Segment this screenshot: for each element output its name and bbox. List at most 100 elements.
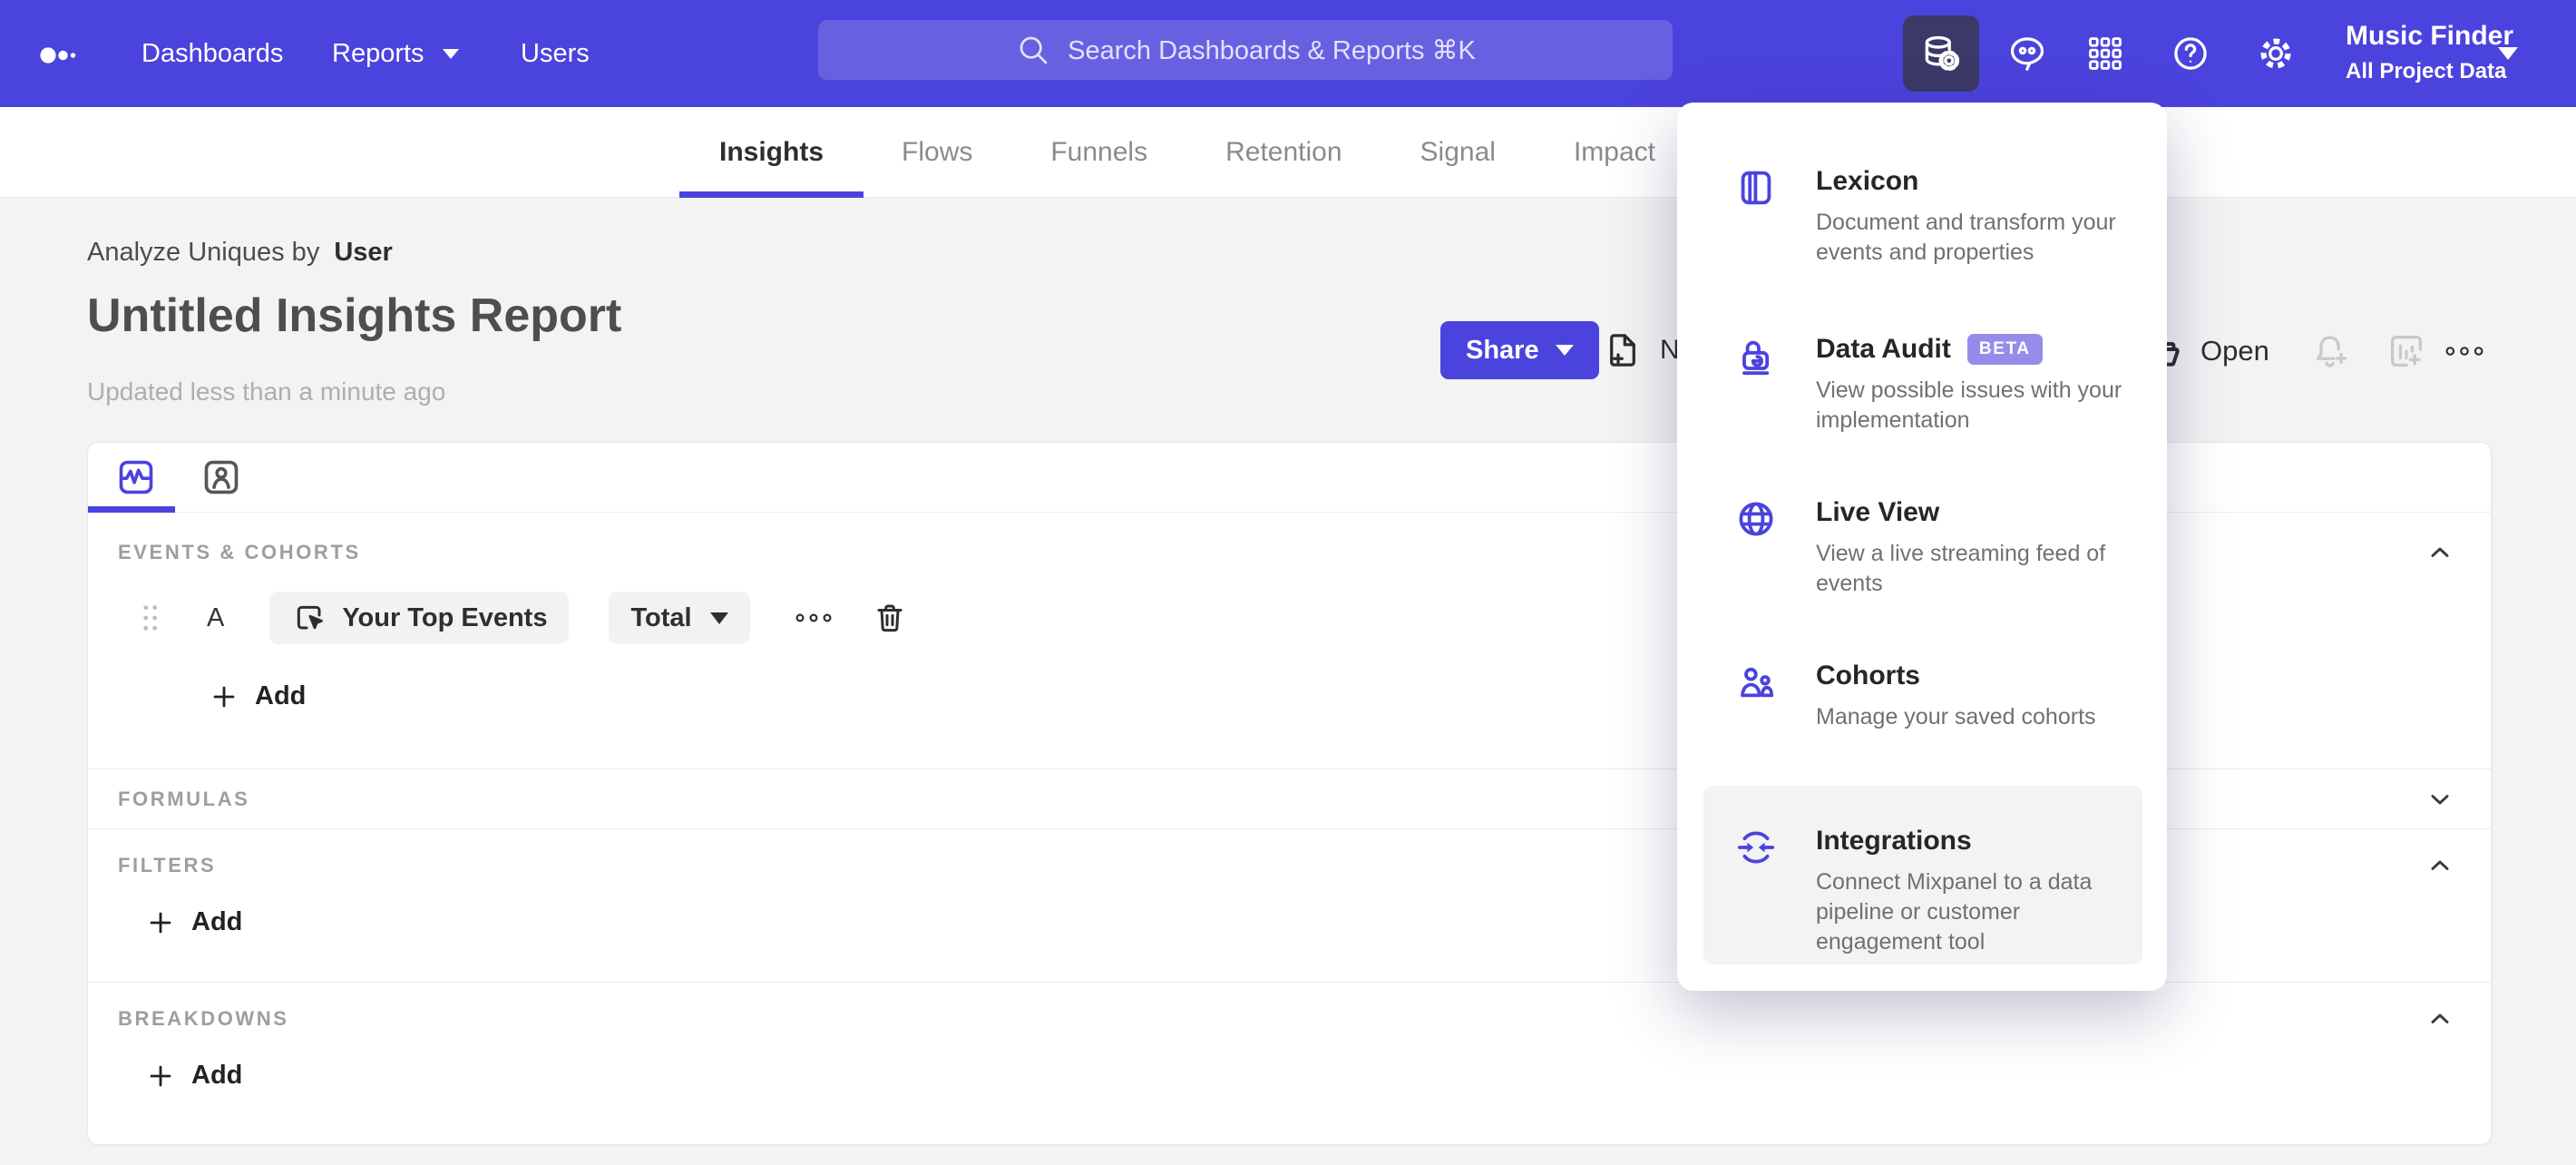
breakdowns-section-label: BREAKDOWNS (118, 1007, 289, 1030)
tab-flows[interactable]: Flows (902, 107, 972, 198)
feedback-bubble-icon (2010, 37, 2044, 71)
data-management-menu: Lexicon Document and transform your even… (1677, 103, 2167, 991)
share-button[interactable]: Share (1440, 321, 1599, 379)
event-options-button[interactable] (794, 604, 834, 631)
chevron-down-icon (2431, 794, 2449, 804)
event-name: Your Top Events (342, 602, 548, 632)
menu-item-text: Integrations Connect Mixpanel to a data … (1816, 826, 2133, 957)
add-breakdown-button[interactable]: Add (146, 1061, 242, 1091)
beta-badge: BETA (1966, 334, 2043, 365)
integrations-sync-icon (1734, 826, 1778, 869)
search-placeholder: Search Dashboards & Reports ⌘K (1068, 35, 1476, 65)
ellipsis-icon (795, 613, 832, 622)
tab-funnels[interactable]: Funnels (1050, 107, 1147, 198)
tab-insights[interactable]: Insights (679, 107, 864, 198)
filters-section-label: FILTERS (118, 854, 217, 876)
tab-label: Funnels (1050, 137, 1148, 167)
menu-item-title: Live View (1816, 497, 1940, 527)
menu-item-title-text: Data Audit (1816, 334, 1951, 364)
data-management-button[interactable] (1903, 15, 1979, 92)
project-name: Music Finder (2346, 21, 2514, 51)
tab-events-builder[interactable] (115, 456, 157, 498)
analyze-prefix: Analyze Uniques by (87, 238, 320, 267)
formulas-section-label: FORMULAS (118, 787, 250, 810)
mixpanel-logo-icon[interactable] (40, 42, 80, 69)
menu-item-title: Lexicon (1816, 166, 1919, 196)
more-actions-button[interactable] (2444, 330, 2485, 372)
active-builder-tab-underline (88, 506, 175, 513)
user-card-icon (204, 460, 239, 494)
project-selector[interactable]: Music Finder All Project Data (2346, 21, 2513, 84)
ellipsis-icon (2445, 347, 2483, 356)
event-click-icon (298, 605, 324, 630)
events-section-label: EVENTS & COHORTS (118, 541, 361, 563)
plus-icon (150, 1065, 171, 1086)
plus-icon (150, 912, 171, 933)
nav-link-users[interactable]: Users (521, 0, 590, 107)
audit-lock-icon (1734, 334, 1778, 377)
settings-button[interactable] (2255, 33, 2297, 74)
globe-icon (1734, 497, 1778, 541)
collapse-breakdowns-button[interactable] (2425, 1004, 2454, 1033)
menu-item-title: Integrations (1816, 826, 1972, 856)
add-filter-button[interactable]: Add (146, 907, 242, 937)
event-picker-button[interactable]: Your Top Events (269, 592, 570, 644)
question-circle-icon (2174, 37, 2207, 70)
tab-signal[interactable]: Signal (1420, 107, 1496, 198)
updated-timestamp: Updated less than a minute ago (87, 377, 446, 406)
menu-item-integrations-content: Integrations Connect Mixpanel to a data … (1734, 826, 2133, 957)
grid-icon (2089, 37, 2122, 70)
menu-item-text: Live View View a live streaming feed of … (1816, 497, 2165, 599)
apps-grid-button[interactable] (2084, 33, 2126, 74)
collapse-filters-button[interactable] (2425, 851, 2454, 880)
bell-plus-icon (2316, 336, 2347, 367)
chevron-down-icon (1555, 345, 1574, 356)
page-title[interactable]: Untitled Insights Report (87, 289, 621, 343)
tab-retention[interactable]: Retention (1225, 107, 1342, 198)
alert-button[interactable] (2309, 330, 2351, 372)
analyze-by-line: Analyze Uniques by User (87, 238, 393, 268)
database-gear-icon (1925, 35, 1960, 72)
tab-label: Insights (719, 137, 825, 167)
event-series-letter: A (207, 602, 225, 632)
analyze-value[interactable]: User (334, 238, 393, 267)
add-event-button[interactable]: Add (210, 681, 306, 711)
tab-profiles-builder[interactable] (200, 456, 242, 498)
menu-item-text: Data Audit BETA View possible issues wit… (1816, 334, 2174, 436)
help-button[interactable] (2170, 33, 2211, 74)
activity-chart-icon (119, 460, 153, 494)
menu-item-cohorts[interactable]: Cohorts Manage your saved cohorts (1734, 661, 2179, 732)
share-label: Share (1466, 335, 1539, 365)
top-nav: Dashboards Reports Users Search Dashboar… (0, 0, 2576, 107)
menu-item-integrations[interactable]: Integrations Connect Mixpanel to a data … (1703, 786, 2142, 964)
plus-icon (213, 686, 235, 707)
chevron-up-icon (2431, 860, 2449, 870)
drag-handle-icon[interactable] (134, 600, 165, 636)
document-plus-icon (1610, 334, 1635, 367)
app-root: Dashboards Reports Users Search Dashboar… (0, 0, 2576, 1165)
menu-item-data-audit[interactable]: Data Audit BETA View possible issues wit… (1734, 334, 2174, 436)
add-to-board-button[interactable] (2386, 330, 2427, 372)
menu-item-desc: View possible issues with your implement… (1816, 377, 2122, 433)
menu-item-text: Cohorts Manage your saved cohorts (1816, 661, 2179, 732)
lexicon-book-icon (1734, 166, 1778, 210)
trash-icon (877, 604, 903, 632)
report-tabbar: Insights Flows Funnels Retention Signal … (0, 107, 2576, 198)
menu-item-title: Data Audit BETA (1816, 334, 2174, 365)
active-tab-underline (679, 191, 864, 198)
menu-item-live-view[interactable]: Live View View a live streaming feed of … (1734, 497, 2165, 599)
global-search-input[interactable]: Search Dashboards & Reports ⌘K (818, 20, 1673, 80)
metric-dropdown[interactable]: Total (609, 592, 750, 644)
menu-item-desc: View a live streaming feed of events (1816, 541, 2106, 596)
menu-item-lexicon[interactable]: Lexicon Document and transform your even… (1734, 166, 2132, 268)
feedback-button[interactable] (2006, 33, 2048, 74)
collapse-events-button[interactable] (2425, 538, 2454, 567)
nav-link-dashboards[interactable]: Dashboards (141, 0, 283, 107)
expand-formulas-button[interactable] (2425, 785, 2454, 814)
delete-event-button[interactable] (872, 600, 908, 636)
chevron-up-icon (2431, 1013, 2449, 1023)
nav-link-reports[interactable]: Reports (332, 0, 459, 107)
board-plus-icon (2391, 336, 2422, 367)
tab-impact[interactable]: Impact (1574, 107, 1655, 198)
menu-item-desc: Document and transform your events and p… (1816, 210, 2116, 265)
